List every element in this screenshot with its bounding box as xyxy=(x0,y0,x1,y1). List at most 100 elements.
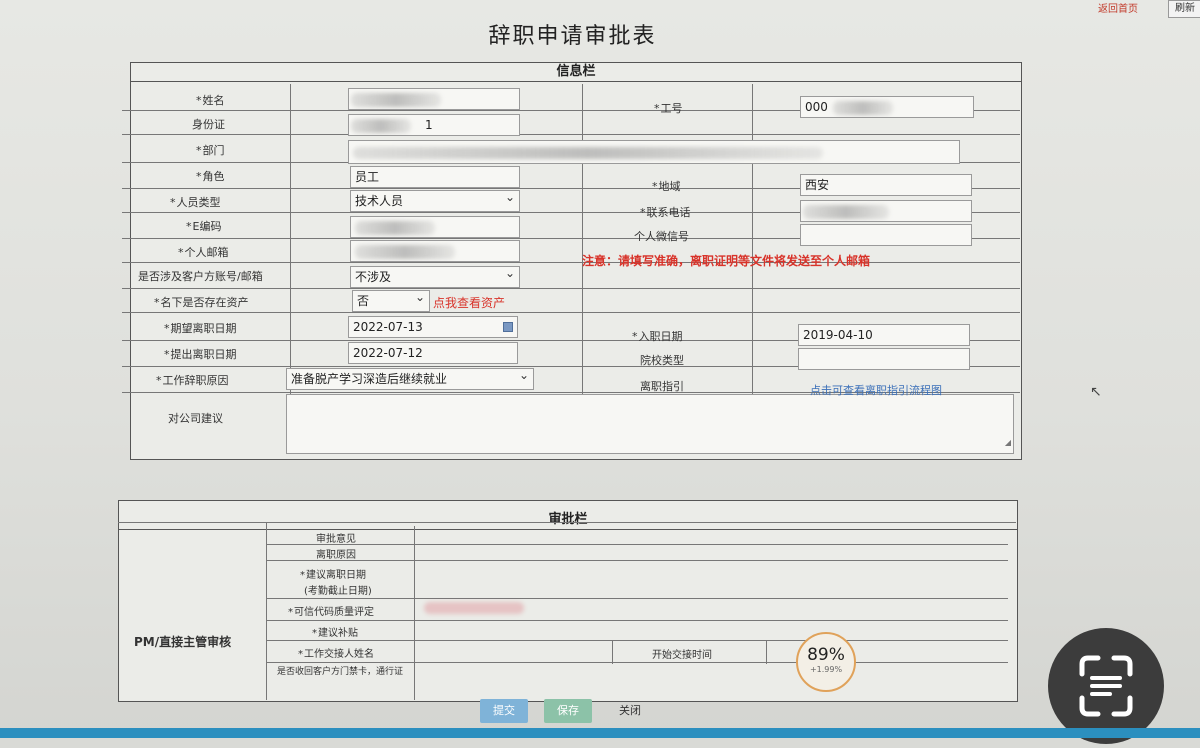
email-input[interactable] xyxy=(350,240,520,262)
resize-handle-icon[interactable]: ◢ xyxy=(1005,433,1011,453)
info-panel-header: 信息栏 xyxy=(131,63,1021,82)
label-dept: 部门 xyxy=(196,142,225,158)
redacted-idcard xyxy=(351,119,411,133)
divider xyxy=(122,288,1020,289)
eid-input[interactable] xyxy=(350,216,520,238)
refresh-button[interactable]: 刷新 xyxy=(1168,0,1200,18)
redacted-dept xyxy=(353,147,823,159)
save-button[interactable]: 保存 xyxy=(544,699,592,723)
label-school-type: 院校类型 xyxy=(640,354,684,367)
divider xyxy=(266,662,1008,663)
label-code-quality: 可信代码质量评定 xyxy=(288,603,374,618)
scan-text-icon xyxy=(1079,655,1133,717)
taskbar-strip xyxy=(0,728,1200,738)
label-handover-time: 开始交接时间 xyxy=(652,650,712,661)
divider xyxy=(766,640,767,664)
asset-select[interactable]: 否 xyxy=(352,290,430,312)
suggestion-textarea[interactable]: ◢ xyxy=(286,394,1014,454)
region-input[interactable]: 西安 xyxy=(800,174,972,196)
label-submit-date: 提出离职日期 xyxy=(164,346,237,362)
label-workno: 工号 xyxy=(654,100,683,116)
name-input[interactable] xyxy=(348,88,520,110)
submit-button[interactable]: 提交 xyxy=(480,699,528,723)
badge-sub: +1.99% xyxy=(809,665,843,674)
divider xyxy=(414,526,415,700)
reason-select[interactable]: 准备脱产学习深造后继续就业 xyxy=(286,368,534,390)
school-type-input[interactable] xyxy=(798,348,970,370)
label-reason: 工作辞职原因 xyxy=(156,372,229,388)
divider xyxy=(118,522,1016,523)
label-region: 地域 xyxy=(652,178,681,194)
expect-date-input[interactable]: 2022-07-13 xyxy=(348,316,518,338)
reason-value: 准备脱产学习深造后继续就业 xyxy=(291,372,448,386)
entry-date-input[interactable]: 2019-04-10 xyxy=(798,324,970,346)
label-leave-reason: 离职原因 xyxy=(316,550,356,561)
mouse-cursor-icon: ↖ xyxy=(1090,384,1102,400)
redacted-eid xyxy=(355,221,435,235)
workno-value: 000 xyxy=(805,100,828,114)
label-customer-account: 是否涉及客户方账号/邮箱 xyxy=(138,270,263,283)
label-handover-name: 工作交接人姓名 xyxy=(298,645,374,660)
close-button[interactable]: 关闭 xyxy=(606,699,654,723)
label-opinion: 审批意见 xyxy=(316,534,356,545)
wechat-input[interactable] xyxy=(800,224,972,246)
performance-badge: 89% +1.99% xyxy=(796,632,856,692)
redacted-workno xyxy=(833,101,893,115)
label-staff-type: 人员类型 xyxy=(170,194,221,210)
label-eid: E编码 xyxy=(186,218,222,234)
submit-date-input[interactable]: 2022-07-12 xyxy=(348,342,518,364)
label-card-return: 是否收回客户方门禁卡，通行证 xyxy=(276,667,403,677)
label-guide: 离职指引 xyxy=(640,380,684,393)
divider xyxy=(266,522,267,700)
role-input[interactable]: 员工 xyxy=(350,166,520,188)
page-title: 辞职申请审批表 xyxy=(488,24,657,49)
label-subsidy: 建议补贴 xyxy=(312,624,358,639)
label-email: 个人邮箱 xyxy=(178,244,229,260)
divider xyxy=(290,84,291,394)
guide-link[interactable]: 点击可查看离职指引流程图 xyxy=(810,382,942,398)
redacted-email xyxy=(355,245,455,259)
divider xyxy=(266,598,1008,599)
dept-input[interactable] xyxy=(348,140,960,164)
divider xyxy=(266,560,1008,561)
approval-panel-header: 审批栏 xyxy=(119,511,1017,530)
label-suggest-date: 建议离职日期 xyxy=(300,566,366,581)
label-name: 姓名 xyxy=(196,92,225,108)
expect-date-value: 2022-07-13 xyxy=(353,320,423,334)
calendar-icon[interactable] xyxy=(503,322,513,332)
pm-review-label: PM/直接主管审核 xyxy=(134,635,232,649)
redacted-name xyxy=(351,93,441,107)
label-entry-date: 入职日期 xyxy=(632,328,683,344)
label-idcard: 身份证 xyxy=(192,118,225,131)
staff-type-select[interactable]: 技术人员 xyxy=(350,190,520,212)
divider xyxy=(582,84,583,394)
divider xyxy=(612,640,613,664)
divider xyxy=(122,262,1020,263)
divider xyxy=(266,544,1008,545)
label-suggestion: 对公司建议 xyxy=(168,412,223,425)
approval-panel: 审批栏 xyxy=(118,500,1018,702)
idcard-visible-digit: 1 xyxy=(425,118,433,132)
customer-account-select[interactable]: 不涉及 xyxy=(350,266,520,288)
customer-account-value: 不涉及 xyxy=(355,270,392,284)
idcard-input[interactable]: 1 xyxy=(348,114,520,136)
top-return-link[interactable]: 返回首页 xyxy=(1098,0,1138,15)
redacted-phone xyxy=(803,205,889,219)
badge-percent: 89% xyxy=(807,645,845,665)
divider xyxy=(266,640,1008,641)
view-asset-link[interactable]: 点我查看资产 xyxy=(433,294,505,311)
scan-text-button[interactable] xyxy=(1048,628,1164,744)
screen: 返回首页 刷新 辞职申请审批表 信息栏 姓名 身份证 部门 角色 人员类型 E编… xyxy=(0,0,1200,744)
workno-input[interactable]: 000 xyxy=(800,96,974,118)
label-expect-date: 期望离职日期 xyxy=(164,320,237,336)
staff-type-value: 技术人员 xyxy=(355,194,404,208)
divider xyxy=(122,134,1020,135)
label-wechat: 个人微信号 xyxy=(634,230,689,243)
divider xyxy=(266,620,1008,621)
asset-value: 否 xyxy=(357,294,370,308)
label-attendance-date: (考勤截止日期) xyxy=(304,586,372,597)
phone-input[interactable] xyxy=(800,200,972,222)
label-asset: 名下是否存在资产 xyxy=(154,294,249,310)
label-role: 角色 xyxy=(196,168,225,184)
email-notice: 注意：请填写准确，离职证明等文件将发送至个人邮箱 xyxy=(582,254,871,268)
